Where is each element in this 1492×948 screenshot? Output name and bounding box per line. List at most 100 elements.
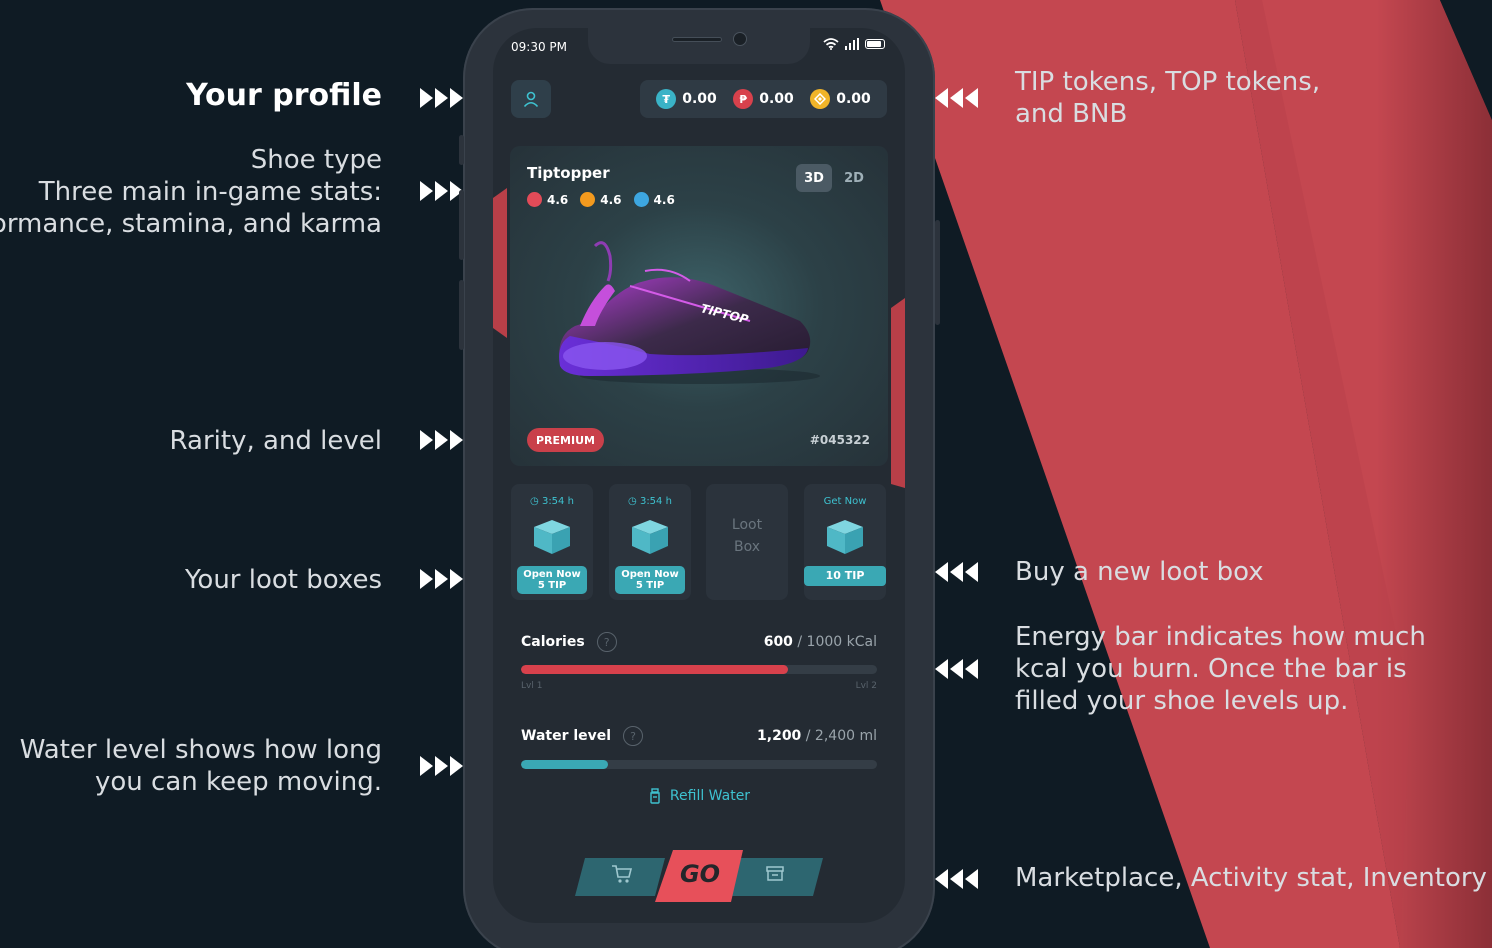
notch (588, 28, 810, 64)
water-bar (521, 760, 877, 769)
refill-water-button[interactable]: Refill Water (493, 788, 905, 804)
refill-label: Refill Water (669, 788, 751, 804)
level-from: Lvl 1 (521, 681, 543, 691)
loot-box-timer: ◷ 3:54 h (530, 496, 574, 507)
stamina-icon (580, 192, 596, 207)
calories-max: / 1000 kCal (797, 634, 877, 650)
open-price: 5 TIP (537, 580, 567, 591)
speaker (672, 37, 722, 42)
marketplace-button[interactable] (603, 860, 643, 890)
calories-bar (521, 665, 877, 674)
stat-karma: 4.6 (633, 192, 675, 207)
empty-slot-label: Loot Box (706, 514, 788, 558)
go-label: GO (679, 860, 721, 888)
token-value: 0.00 (836, 91, 871, 107)
cart-icon (612, 865, 633, 883)
empty-label-line: Loot (731, 517, 763, 533)
user-icon (523, 91, 539, 108)
status-icons (823, 38, 885, 50)
performance-icon (527, 192, 542, 207)
shoe-serial: #045322 (809, 433, 870, 447)
annotation-tokens: TIP tokens, TOP tokens, and BNB (1015, 66, 1320, 130)
karma-icon (633, 192, 649, 207)
top-coin-icon: ₱ (733, 89, 754, 109)
loot-box-slot[interactable]: ◷ 3:54 h Open Now 5 TIP (511, 484, 593, 600)
shoe-stats: 4.6 4.6 4.6 (527, 192, 675, 207)
annotation-loot: Your loot boxes (184, 565, 382, 595)
annotation-shoe: Shoe type Three main in-game stats: perf… (0, 144, 382, 240)
signal-icon (845, 38, 859, 50)
level-to: Lvl 2 (855, 681, 877, 691)
view-2d-button[interactable]: 2D (836, 164, 872, 192)
view-3d-button[interactable]: 3D (796, 164, 832, 192)
annotation-water: Water level shows how long you can keep … (20, 734, 382, 798)
empty-label-line: Box (733, 539, 761, 555)
open-price: 5 TIP (635, 580, 665, 591)
token-value: 0.00 (682, 91, 717, 107)
calories-value: 600 / 1000 kCal (764, 634, 877, 650)
stat-performance: 4.6 (527, 192, 568, 207)
camera (733, 32, 747, 46)
calories-label: Calories ? (521, 632, 617, 652)
buy-loot-box-button[interactable]: 10 TIP (804, 566, 886, 586)
profile-button[interactable] (511, 80, 551, 118)
phone-screen: 09:30 PM ₮ 0.00 ₱ 0.00 0.00 Tiptopper 4.… (493, 28, 905, 923)
annotation-shoe-line: performance, stamina, and karma (0, 209, 382, 239)
calories-current: 600 (763, 634, 793, 650)
phone-side-button (935, 220, 940, 325)
help-icon[interactable]: ? (623, 726, 644, 746)
calories-title: Calories (521, 634, 585, 650)
token-top: ₱ 0.00 (733, 89, 794, 109)
annotation-nav: Marketplace, Activity stat, Inventory (1015, 863, 1487, 893)
annotation-shoe-line: Three main in-game stats: (38, 177, 382, 207)
go-button[interactable]: GO (665, 856, 735, 892)
water-current: 1,200 (757, 728, 802, 744)
open-label: Open Now (523, 569, 581, 580)
water-value: 1,200 / 2,400 ml (757, 728, 877, 744)
wifi-icon (823, 38, 839, 50)
shoe-card[interactable]: Tiptopper 4.6 4.6 4.6 3D 2D TIPTOP PREMI… (510, 146, 888, 466)
timer-text: 3:54 h (639, 496, 672, 507)
tip-coin-icon: ₮ (656, 89, 677, 109)
loot-box-icon (827, 520, 863, 554)
stat-value: 4.6 (653, 192, 675, 207)
get-now-label: Get Now (823, 496, 867, 507)
token-bnb: 0.00 (810, 89, 871, 109)
annotation-tokens-line: and BNB (1015, 99, 1128, 129)
token-balances[interactable]: ₮ 0.00 ₱ 0.00 0.00 (640, 80, 887, 118)
loot-box-slot[interactable]: ◷ 3:54 h Open Now 5 TIP (609, 484, 691, 600)
help-icon[interactable]: ? (596, 632, 617, 652)
phone-side-button (459, 190, 464, 260)
loot-box-icon (534, 520, 570, 554)
sneaker-image: TIPTOP (559, 241, 820, 384)
loot-box-timer: ◷ 3:54 h (628, 496, 672, 507)
water-bar-fill (521, 760, 609, 769)
phone-side-button (459, 135, 464, 165)
stat-stamina: 4.6 (580, 192, 622, 207)
open-now-button[interactable]: Open Now 5 TIP (615, 566, 685, 594)
phone-side-button (459, 280, 464, 350)
annotation-water-line: you can keep moving. (95, 767, 382, 797)
water-title: Water level (521, 728, 612, 744)
battery-icon (865, 39, 885, 49)
annotation-buy: Buy a new loot box (1015, 557, 1264, 587)
annotation-energy-line: filled your shoe levels up. (1015, 686, 1349, 716)
annotation-shoe-line: Shoe type (250, 145, 382, 175)
annotation-tokens-line: TIP tokens, TOP tokens, (1015, 67, 1321, 97)
annotation-energy-line: Energy bar indicates how much (1015, 622, 1426, 652)
calories-bar-fill (521, 665, 788, 674)
rarity-badge: PREMIUM (527, 428, 604, 452)
water-max: / 2,400 ml (805, 728, 877, 744)
view-toggle: 3D 2D (796, 164, 872, 192)
water-bottle-icon (650, 788, 660, 804)
bnb-coin-icon (810, 89, 831, 109)
stat-value: 4.6 (600, 192, 622, 207)
shoe-name: Tiptopper (527, 164, 610, 182)
water-label: Water level ? (521, 726, 644, 746)
annotation-energy: Energy bar indicates how much kcal you b… (1015, 621, 1426, 717)
get-loot-box-slot[interactable]: Get Now 10 TIP (804, 484, 886, 600)
inventory-button[interactable] (757, 860, 797, 890)
open-now-button[interactable]: Open Now 5 TIP (517, 566, 587, 594)
archive-icon (766, 866, 784, 881)
open-label: Open Now (621, 569, 679, 580)
